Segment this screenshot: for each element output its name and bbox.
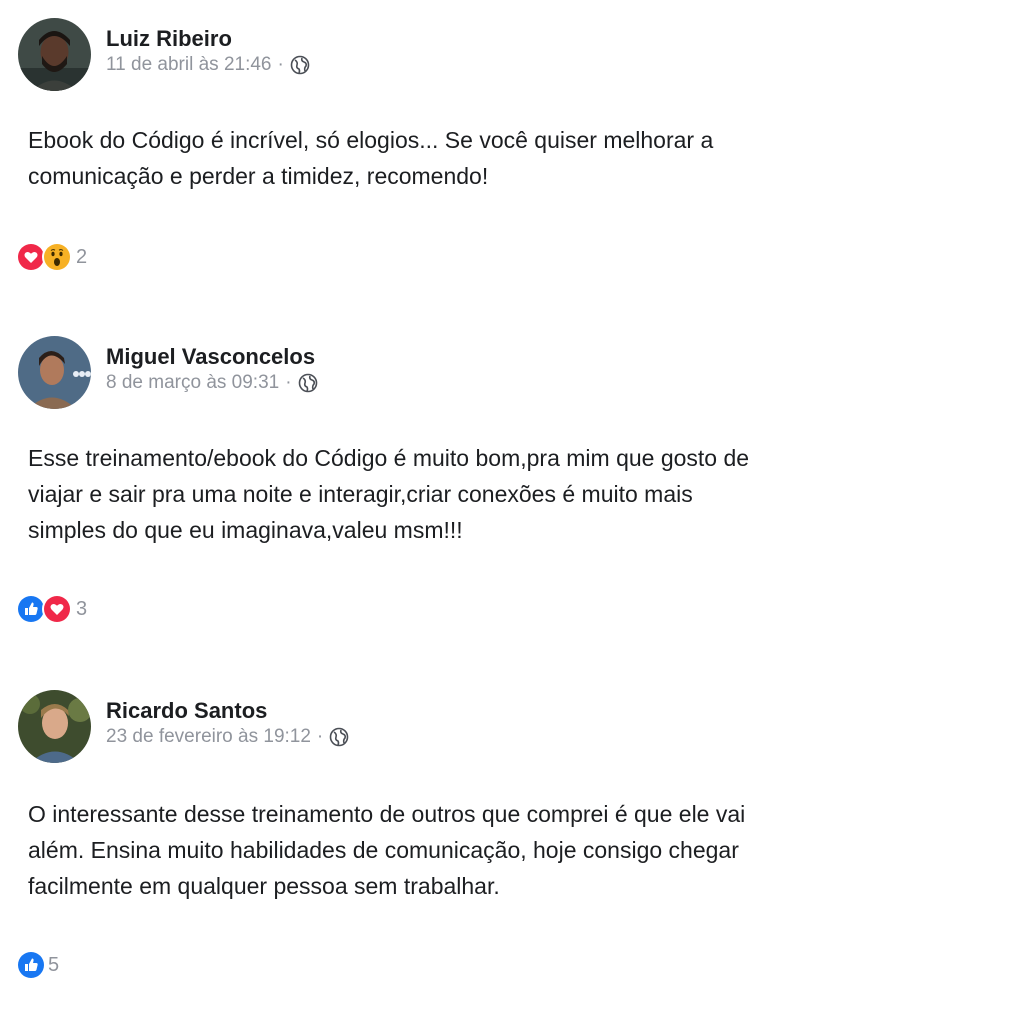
author-name[interactable]: Luiz Ribeiro	[106, 26, 232, 52]
comment-text: Esse treinamento/ebook do Código é muito…	[28, 440, 848, 548]
comment-text: O interessante desse treinamento de outr…	[28, 796, 848, 904]
comment-line: comunicação e perder a timidez, recomend…	[28, 163, 489, 189]
post-meta: 23 de fevereiro às 19:12 ·	[106, 726, 349, 748]
post-timestamp[interactable]: 11 de abril às 21:46	[106, 54, 272, 76]
comment-line: viajar e sair pra uma noite e interagir,…	[28, 481, 693, 507]
avatar[interactable]	[18, 18, 91, 91]
avatar[interactable]	[18, 690, 91, 763]
wow-icon	[42, 242, 72, 272]
comment-line: O interessante desse treinamento de outr…	[28, 801, 746, 827]
post-timestamp[interactable]: 23 de fevereiro às 19:12	[106, 726, 311, 748]
globe-icon[interactable]	[329, 727, 349, 747]
comment-line: simples do que eu imaginava,valeu msm!!!	[28, 517, 463, 543]
comment-text: Ebook do Código é incrível, só elogios..…	[28, 122, 848, 194]
post-meta: 8 de março às 09:31 ·	[106, 372, 318, 394]
comment-line: facilmente em qualquer pessoa sem trabal…	[28, 873, 500, 899]
globe-icon[interactable]	[290, 55, 310, 75]
post-meta: 11 de abril às 21:46 ·	[106, 54, 310, 76]
avatar[interactable]	[18, 336, 91, 409]
meta-separator: ·	[277, 54, 284, 75]
comment-line: além. Ensina muito habilidades de comuni…	[28, 837, 739, 863]
comment-line: Esse treinamento/ebook do Código é muito…	[28, 445, 750, 471]
author-name[interactable]: Miguel Vasconcelos	[106, 344, 315, 370]
reaction-count: 5	[48, 953, 60, 976]
author-name[interactable]: Ricardo Santos	[106, 698, 267, 724]
love-icon	[42, 594, 72, 624]
comment-line: Ebook do Código é incrível, só elogios..…	[28, 127, 714, 153]
like-icon	[16, 950, 46, 980]
reactions-summary[interactable]: 3	[16, 594, 87, 624]
reaction-count: 2	[76, 245, 88, 268]
meta-separator: ·	[316, 726, 324, 747]
globe-icon[interactable]	[298, 373, 318, 393]
meta-separator: ·	[285, 372, 292, 393]
reaction-count: 3	[76, 597, 88, 620]
reactions-summary[interactable]: 5	[16, 950, 59, 980]
post-timestamp[interactable]: 8 de março às 09:31	[106, 372, 279, 394]
reactions-summary[interactable]: 2	[16, 242, 87, 272]
